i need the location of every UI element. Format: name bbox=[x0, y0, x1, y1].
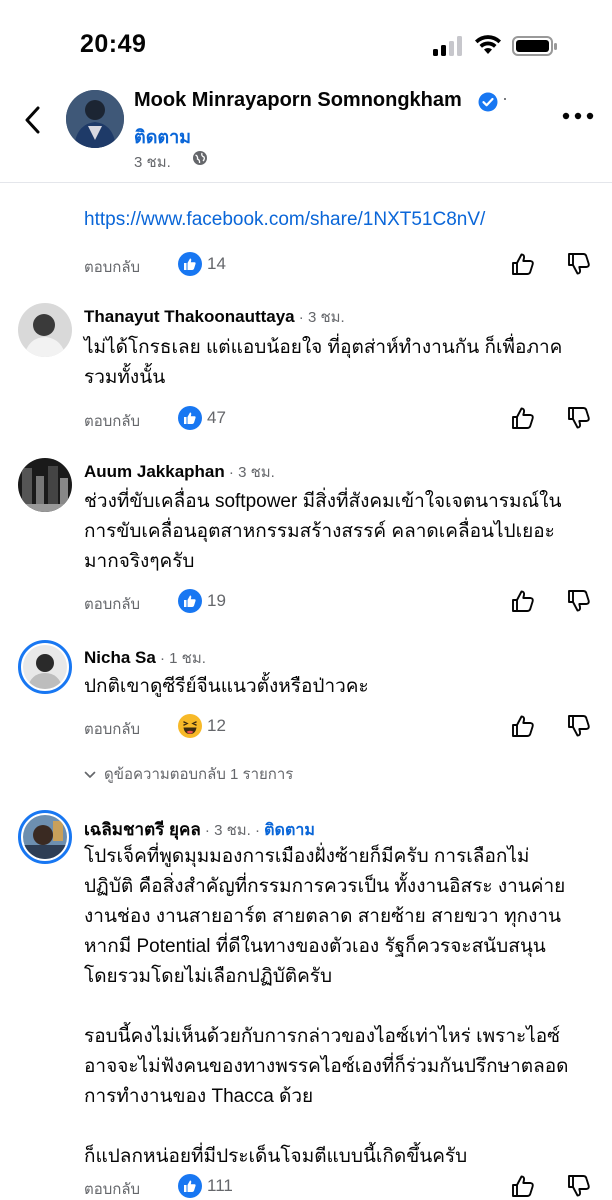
comment-item: Auum Jakkaphan · 3 ชม. ช่วงที่ขับเคลื่อน… bbox=[0, 458, 612, 618]
thumbs-up-icon[interactable] bbox=[510, 588, 536, 614]
chevron-down-icon bbox=[84, 771, 96, 778]
battery-icon bbox=[512, 36, 557, 56]
commenter-avatar[interactable] bbox=[18, 810, 72, 864]
reaction-count: 47 bbox=[207, 408, 226, 427]
thumbs-down-icon[interactable] bbox=[566, 251, 592, 277]
thumbs-up-icon[interactable] bbox=[510, 251, 536, 277]
commenter-avatar[interactable] bbox=[18, 640, 72, 694]
comment-link[interactable]: https://www.facebook.com/share/1NXT51C8n… bbox=[84, 209, 485, 230]
comment-line: การขับเคลื่อนอุตสาหกรรมสร้างสรรค์ คลาดเค… bbox=[84, 521, 555, 542]
comment-line: หากมี Potential ที่ดีในทางของตัวเอง รัฐก… bbox=[84, 936, 546, 957]
comment-line: มากจริงๆครับ bbox=[84, 551, 195, 572]
globe-icon bbox=[193, 151, 207, 165]
haha-reaction-icon bbox=[178, 714, 202, 738]
comment-line: ปฏิบัติ คือสิ่งสำคัญที่กรรมการควรเป็น ทั… bbox=[84, 876, 566, 897]
comment-time: · 3 ชม. bbox=[224, 464, 275, 481]
like-reaction-icon bbox=[178, 1174, 202, 1198]
comment-text: ไม่ได้โกรธเลย แต่แอบน้อยใจ ที่อุตส่าห์ทำ… bbox=[84, 333, 594, 393]
commenter-name[interactable]: Auum Jakkaphan bbox=[84, 462, 225, 481]
comment-line: ไม่ได้โกรธเลย แต่แอบน้อยใจ ที่อุตส่าห์ทำ… bbox=[84, 337, 563, 358]
commenter-name[interactable]: Thanayut Thakoonauttaya bbox=[84, 307, 295, 326]
comment-item: https://www.facebook.com/share/1NXT51C8n… bbox=[0, 205, 612, 285]
thumbs-down-icon[interactable] bbox=[566, 713, 592, 739]
comment-line: การทำงานของ Thacca ด้วย bbox=[84, 1086, 314, 1107]
reply-button[interactable]: ตอบกลับ bbox=[84, 1177, 140, 1200]
reaction-count: 111 bbox=[207, 1176, 233, 1195]
thumbs-down-icon[interactable] bbox=[566, 1173, 592, 1199]
verified-badge-icon bbox=[478, 92, 498, 112]
commenter-name[interactable]: Nicha Sa bbox=[84, 648, 156, 667]
reaction-count: 14 bbox=[207, 254, 226, 273]
reply-button[interactable]: ตอบกลับ bbox=[84, 717, 140, 741]
view-replies-label: ดูข้อความตอบกลับ 1 รายการ bbox=[104, 766, 294, 783]
comment-line: อาจจะไม่ฟังคนของทางพรรคไอซ์เองที่ก็ร่วมก… bbox=[84, 1056, 569, 1077]
follow-button[interactable]: ติดตาม bbox=[134, 122, 191, 151]
comment-time: · 3 ชม. bbox=[294, 309, 345, 326]
view-replies-link[interactable]: ดูข้อความตอบกลับ 1 รายการ bbox=[84, 762, 293, 786]
author-name[interactable]: Mook Minrayaporn Somnongkham bbox=[134, 89, 462, 112]
author-avatar[interactable] bbox=[66, 90, 124, 148]
follow-button[interactable]: ติดตาม bbox=[264, 822, 315, 839]
post-time: 3 ชม. bbox=[134, 154, 171, 171]
comment-time: · 1 ชม. bbox=[155, 650, 206, 667]
reaction-count: 12 bbox=[207, 716, 226, 735]
back-chevron-icon[interactable] bbox=[18, 100, 46, 140]
thumbs-down-icon[interactable] bbox=[566, 588, 592, 614]
comment-time: · 3 ชม. · bbox=[200, 822, 265, 839]
comment-line: รอบนี้คงไม่เห็นด้วยกับการกล่าวของไอซ์เท่… bbox=[84, 1026, 561, 1047]
like-reaction-icon bbox=[178, 589, 202, 613]
comment-line: ก็แปลกหน่อยที่มีประเด็นโจมตีแบบนี้เกิดขึ… bbox=[84, 1146, 468, 1167]
status-time: 20:49 bbox=[80, 30, 147, 58]
reply-button[interactable]: ตอบกลับ bbox=[84, 592, 140, 616]
comment-text: ปกติเขาดูซีรีย์จีนแนวตั้งหรือป่าวคะ bbox=[84, 672, 594, 702]
comment-blank-line bbox=[84, 992, 594, 1022]
post-header: Mook Minrayaporn Somnongkham · ติดตาม 3 … bbox=[0, 80, 612, 183]
thumbs-up-icon[interactable] bbox=[510, 1173, 536, 1199]
comment-line: รวมทั้งนั้น bbox=[84, 367, 166, 388]
thumbs-up-icon[interactable] bbox=[510, 405, 536, 431]
comment-line: โดยรวมโดยไม่เลือกปฏิบัติครับ bbox=[84, 966, 333, 987]
comment-line: โปรเจ็คที่พูดมุมมองการเมืองฝั่งซ้ายก็มีค… bbox=[84, 846, 530, 867]
comment-header: Thanayut Thakoonauttaya · 3 ชม. bbox=[84, 305, 345, 329]
name-separator: · bbox=[502, 88, 508, 108]
thumbs-down-icon[interactable] bbox=[566, 405, 592, 431]
commenter-avatar[interactable] bbox=[18, 458, 72, 512]
comment-header: เฉลิมชาตรี ยุคล · 3 ชม. · ติดตาม bbox=[84, 816, 315, 843]
comment-item: เฉลิมชาตรี ยุคล · 3 ชม. · ติดตาม โปรเจ็ค… bbox=[0, 810, 612, 1200]
comment-line: งานช่อง งานสายอาร์ต สายตลาด สายซ้าย สายข… bbox=[84, 906, 562, 927]
comment-text: ช่วงที่ขับเคลื่อน softpower มีสิ่งที่สัง… bbox=[84, 487, 594, 577]
thumbs-up-icon[interactable] bbox=[510, 713, 536, 739]
comment-text: โปรเจ็คที่พูดมุมมองการเมืองฝั่งซ้ายก็มีค… bbox=[84, 842, 594, 1172]
commenter-name[interactable]: เฉลิมชาตรี ยุคล bbox=[84, 820, 201, 839]
comment-item: Thanayut Thakoonauttaya · 3 ชม. ไม่ได้โก… bbox=[0, 303, 612, 433]
commenter-avatar[interactable] bbox=[18, 303, 72, 357]
wifi-icon bbox=[475, 35, 501, 54]
comment-line: ปกติเขาดูซีรีย์จีนแนวตั้งหรือป่าวคะ bbox=[84, 676, 369, 697]
comment-header: Auum Jakkaphan · 3 ชม. bbox=[84, 460, 275, 484]
like-reaction-icon bbox=[178, 252, 202, 276]
comment-line: ช่วงที่ขับเคลื่อน softpower มีสิ่งที่สัง… bbox=[84, 491, 562, 512]
status-bar: 20:49 bbox=[0, 0, 612, 80]
reply-button[interactable]: ตอบกลับ bbox=[84, 409, 140, 433]
comment-text: https://www.facebook.com/share/1NXT51C8n… bbox=[84, 205, 594, 235]
comment-blank-line bbox=[84, 1112, 594, 1142]
like-reaction-icon bbox=[178, 406, 202, 430]
reaction-count: 19 bbox=[207, 591, 226, 610]
reply-button[interactable]: ตอบกลับ bbox=[84, 255, 140, 279]
comment-header: Nicha Sa · 1 ชม. bbox=[84, 646, 206, 670]
cellular-signal-icon bbox=[433, 36, 462, 56]
more-icon[interactable] bbox=[560, 106, 596, 126]
